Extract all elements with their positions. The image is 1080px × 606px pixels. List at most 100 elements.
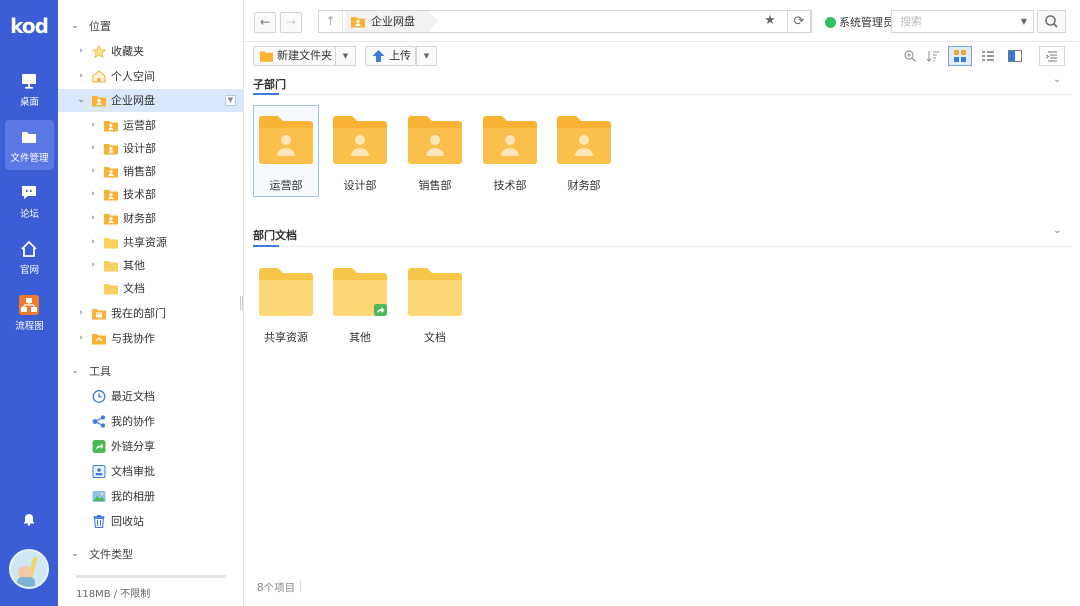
photo-icon bbox=[92, 491, 106, 502]
tool-doc-approval[interactable]: 文档审批 bbox=[58, 460, 244, 483]
outline-toggle-icon bbox=[1046, 51, 1057, 62]
file-tile-sales[interactable]: 销售部 bbox=[402, 105, 468, 197]
tree-item-design[interactable]: › 设计部 bbox=[58, 137, 244, 160]
tree-item-label: 财务部 bbox=[123, 212, 156, 225]
tree-item-sales[interactable]: › 销售部 bbox=[58, 160, 244, 183]
new-menu-dropdown[interactable]: ▼ bbox=[335, 46, 356, 66]
tool-label: 外链分享 bbox=[111, 440, 155, 453]
tree-item-personal-space[interactable]: › 个人空间 bbox=[58, 65, 244, 88]
tool-external-share[interactable]: 外链分享 bbox=[58, 435, 244, 458]
rail-item-forum[interactable]: 论坛 bbox=[5, 176, 54, 226]
toolbar: 新建文件夹 ▼ 上传 ▼ bbox=[244, 42, 1080, 70]
tree-item-tech[interactable]: › 技术部 bbox=[58, 183, 244, 206]
sort-icon[interactable] bbox=[921, 46, 945, 66]
upload-label: 上传 bbox=[389, 49, 411, 62]
user-avatar-icon[interactable] bbox=[9, 549, 49, 589]
dept-folder-icon bbox=[557, 116, 611, 164]
split-view-button[interactable] bbox=[1003, 46, 1027, 66]
tree-item-label: 我在的部门 bbox=[111, 307, 166, 320]
tree-item-enterprise-drive[interactable]: ⌄ 企业网盘 ▼ bbox=[58, 89, 244, 112]
rail-item-file-manager[interactable]: 文件管理 bbox=[5, 120, 54, 170]
tree-item-label: 运营部 bbox=[123, 119, 156, 132]
tree-item-shared-resources[interactable]: › 共享资源 bbox=[58, 231, 244, 254]
upload-button[interactable]: 上传 bbox=[365, 46, 416, 66]
tree-item-label: 收藏夹 bbox=[111, 45, 144, 58]
file-list-area: 子部门 ⌄ 运营部 设计部 销售部 技术部 财务部 部门文档 ⌄ 共享资源 其他… bbox=[244, 70, 1080, 606]
dept-folder-icon bbox=[104, 167, 118, 178]
file-tile-other[interactable]: 其他 bbox=[327, 257, 393, 349]
group-title-subdepartments: 子部门 bbox=[253, 78, 286, 91]
tree-item-label: 销售部 bbox=[123, 165, 156, 178]
breadcrumb-label: 企业网盘 bbox=[371, 15, 415, 28]
dept-folder-icon bbox=[408, 116, 462, 164]
dept-folder-icon bbox=[104, 214, 118, 225]
chevron-right-icon: › bbox=[79, 71, 83, 81]
icon-view-button[interactable] bbox=[948, 46, 972, 66]
tree-section-file-types[interactable]: ⌄ 文件类型 bbox=[58, 543, 244, 566]
file-tile-design[interactable]: 设计部 bbox=[327, 105, 393, 197]
back-button[interactable]: ← bbox=[254, 12, 276, 33]
new-folder-icon bbox=[260, 51, 273, 62]
item-menu-dropdown[interactable]: ▼ bbox=[225, 95, 236, 106]
file-tile-tech[interactable]: 技术部 bbox=[477, 105, 543, 197]
upload-menu-dropdown[interactable]: ▼ bbox=[416, 46, 437, 66]
rail-item-website[interactable]: 官网 bbox=[5, 232, 54, 282]
collapse-chevron-icon[interactable]: ⌄ bbox=[1053, 74, 1061, 85]
tool-label: 我的协作 bbox=[111, 415, 155, 428]
group-divider-accent bbox=[253, 93, 279, 95]
path-input[interactable]: ↑ 企业网盘 bbox=[318, 10, 812, 33]
chevron-right-icon: › bbox=[91, 213, 95, 223]
tree-section-location[interactable]: ⌄ 位置 bbox=[58, 15, 244, 38]
search-input[interactable] bbox=[892, 11, 1012, 32]
tool-my-photos[interactable]: 我的相册 bbox=[58, 485, 244, 508]
zoom-icon[interactable] bbox=[898, 46, 922, 66]
list-view-button[interactable] bbox=[976, 46, 1000, 66]
chevron-down-icon: ⌄ bbox=[71, 21, 79, 31]
file-tile-finance[interactable]: 财务部 bbox=[551, 105, 617, 197]
collapse-chevron-icon[interactable]: ⌄ bbox=[1053, 225, 1061, 236]
panel-resize-handle[interactable] bbox=[240, 296, 243, 310]
group-divider bbox=[253, 94, 1071, 95]
tree-item-collaborate-with-me[interactable]: › 与我协作 bbox=[58, 327, 244, 350]
tree-item-operations[interactable]: › 运营部 bbox=[58, 114, 244, 137]
app-window: kod 桌面 文件管理 论坛 官网 流程图 ⌄ 位置 › 收藏夹 › 个人空间 … bbox=[0, 0, 1080, 606]
folder-icon bbox=[22, 132, 36, 143]
arrow-left-icon: ← bbox=[259, 15, 271, 29]
dept-folder-icon bbox=[259, 116, 313, 164]
folder-icon bbox=[104, 284, 118, 295]
bell-icon[interactable] bbox=[22, 512, 36, 526]
new-folder-button[interactable]: 新建文件夹 bbox=[253, 46, 336, 66]
forward-button[interactable]: → bbox=[280, 12, 302, 33]
refresh-icon[interactable]: ⟳ bbox=[787, 10, 811, 33]
search-scope-dropdown[interactable]: ▼ bbox=[1018, 11, 1030, 32]
tool-recycle-bin[interactable]: 回收站 bbox=[58, 510, 244, 533]
breadcrumb-enterprise-drive[interactable]: 企业网盘 bbox=[345, 11, 438, 32]
user-name[interactable]: 系统管理员 bbox=[839, 14, 894, 30]
tool-my-collab[interactable]: 我的协作 bbox=[58, 410, 244, 433]
tree-item-docs[interactable]: 文档 bbox=[58, 277, 244, 300]
tree-item-finance[interactable]: › 财务部 bbox=[58, 207, 244, 230]
flowchart-icon bbox=[19, 295, 39, 315]
chevron-right-icon: › bbox=[91, 166, 95, 176]
approval-icon bbox=[92, 465, 106, 478]
favorite-star-icon[interactable]: ★ bbox=[758, 10, 782, 33]
up-directory-button[interactable]: ↑ bbox=[319, 11, 343, 32]
tree-item-my-department[interactable]: › 我在的部门 bbox=[58, 302, 244, 325]
rail-item-desktop[interactable]: 桌面 bbox=[5, 64, 54, 114]
tree-item-other[interactable]: › 其他 bbox=[58, 254, 244, 277]
tool-recent-docs[interactable]: 最近文档 bbox=[58, 385, 244, 408]
detail-panel-button[interactable] bbox=[1039, 46, 1065, 66]
file-tile-docs[interactable]: 文档 bbox=[402, 257, 468, 349]
status-divider bbox=[300, 580, 301, 592]
folder-icon bbox=[408, 268, 462, 316]
search-button[interactable] bbox=[1037, 10, 1066, 33]
tree-item-label: 文档 bbox=[123, 282, 145, 295]
rail-item-flowchart[interactable]: 流程图 bbox=[5, 288, 54, 338]
file-tile-operations[interactable]: 运营部 bbox=[253, 105, 319, 197]
tool-label: 回收站 bbox=[111, 515, 144, 528]
tree-item-favorites[interactable]: › 收藏夹 bbox=[58, 40, 244, 63]
file-tile-shared-resources[interactable]: 共享资源 bbox=[253, 257, 319, 349]
tree-section-tools[interactable]: ⌄ 工具 bbox=[58, 360, 244, 383]
arrow-up-icon: ↑ bbox=[325, 14, 336, 28]
monitor-icon bbox=[22, 74, 36, 89]
